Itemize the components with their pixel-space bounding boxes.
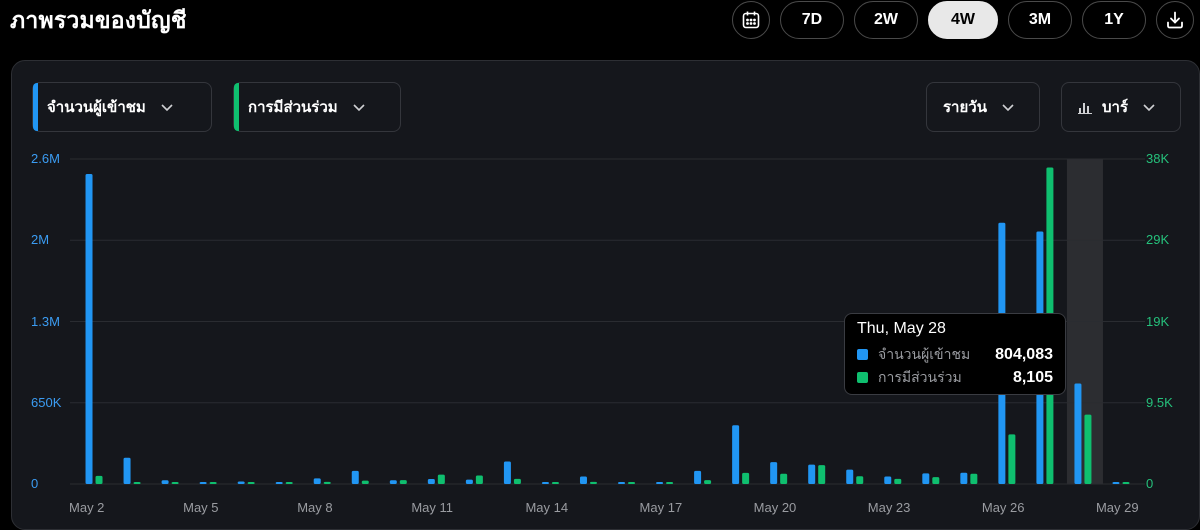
engagement-bar[interactable] [1008, 434, 1016, 484]
views-bar[interactable] [427, 479, 435, 484]
x-tick-label: May 14 [525, 500, 569, 515]
engagement-bar[interactable] [666, 482, 674, 484]
views-bar[interactable] [770, 462, 778, 484]
engagement-bar[interactable] [361, 480, 369, 484]
views-bar[interactable] [846, 469, 854, 484]
views-bar[interactable] [199, 482, 207, 484]
engagement-bar[interactable] [399, 480, 407, 484]
engagement-bar[interactable] [704, 480, 712, 484]
views-bar[interactable] [237, 481, 245, 485]
engagement-bar[interactable] [475, 475, 483, 484]
x-tick-label: May 11 [411, 500, 453, 515]
views-bar[interactable] [465, 479, 473, 484]
engagement-bar[interactable] [818, 465, 826, 484]
x-tick-label: May 17 [639, 500, 683, 515]
engagement-bar[interactable] [323, 481, 331, 484]
views-bar[interactable] [503, 461, 511, 485]
x-tick-label: May 8 [297, 500, 333, 515]
engagement-bar[interactable] [970, 473, 978, 484]
engagement-bar[interactable] [1084, 414, 1092, 484]
x-tick-label: May 20 [753, 500, 797, 515]
views-bar[interactable] [732, 425, 740, 484]
views-bar[interactable] [389, 480, 397, 484]
y-left-tick-label: 0 [31, 476, 39, 491]
tooltip-row-value: 8,105 [1012, 368, 1053, 386]
tooltip-row-label: การมีส่วนร่วม [878, 369, 962, 386]
y-right-tick-label: 9.5K [1146, 394, 1173, 410]
engagement-bar[interactable] [437, 474, 445, 484]
views-bar[interactable] [618, 482, 626, 484]
engagement-bar[interactable] [780, 473, 788, 484]
engagement-bar[interactable] [742, 472, 750, 484]
engagement-bar[interactable] [628, 482, 636, 484]
y-right-tick-label: 0 [1146, 476, 1154, 491]
views-bar[interactable] [541, 482, 549, 484]
engagement-bar[interactable] [894, 478, 902, 484]
views-bar[interactable] [808, 464, 816, 484]
tooltip-row-value: 804,083 [995, 345, 1053, 363]
y-right-tick-label: 38K [1146, 151, 1170, 166]
views-bar[interactable] [694, 470, 702, 484]
tooltip-row-views: จำนวนผู้เข้าชม 804,083 [857, 343, 1053, 366]
x-tick-label: May 29 [1095, 500, 1139, 515]
chart-tooltip: Thu, May 28 จำนวนผู้เข้าชม 804,083 การมี… [844, 313, 1066, 395]
engagement-legend-swatch [857, 372, 868, 383]
engagement-bar[interactable] [95, 475, 103, 484]
x-tick-label: May 5 [183, 500, 219, 515]
engagement-bar[interactable] [932, 477, 940, 484]
x-tick-label: May 23 [867, 500, 911, 515]
views-bar[interactable] [85, 174, 93, 484]
y-right-tick-label: 29K [1146, 232, 1170, 248]
views-legend-swatch [857, 349, 868, 360]
engagement-bar[interactable] [209, 482, 217, 484]
views-bar[interactable] [884, 476, 892, 485]
views-bar[interactable] [1074, 383, 1082, 484]
engagement-bar[interactable] [513, 478, 521, 484]
views-bar[interactable] [161, 480, 169, 484]
engagement-bar[interactable] [133, 482, 141, 484]
y-left-tick-label: 2.6M [31, 151, 60, 166]
bar-chart [70, 158, 1145, 485]
views-bar[interactable] [275, 482, 283, 484]
engagement-bar[interactable] [285, 482, 293, 484]
views-bar[interactable] [922, 473, 930, 484]
y-left-tick-label: 1.3M [31, 313, 60, 329]
y-left-tick-label: 2M [31, 232, 50, 248]
views-bar[interactable] [313, 478, 321, 484]
x-tick-label: May 26 [981, 500, 1025, 515]
engagement-bar[interactable] [551, 482, 559, 484]
views-bar[interactable] [579, 476, 587, 485]
views-bar[interactable] [1112, 482, 1120, 484]
views-bar[interactable] [960, 472, 968, 484]
engagement-bar[interactable] [856, 476, 864, 484]
y-right-tick-label: 19K [1146, 313, 1170, 329]
x-tick-label: May 2 [69, 500, 105, 515]
engagement-bar[interactable] [1122, 482, 1130, 484]
views-bar[interactable] [123, 457, 131, 484]
y-left-tick-label: 650K [31, 394, 62, 410]
engagement-bar[interactable] [171, 482, 179, 484]
engagement-bar[interactable] [589, 481, 597, 484]
tooltip-row-engagement: การมีส่วนร่วม 8,105 [857, 366, 1053, 389]
tooltip-row-label: จำนวนผู้เข้าชม [878, 346, 971, 363]
tooltip-date: Thu, May 28 [857, 320, 946, 337]
views-bar[interactable] [351, 470, 359, 484]
engagement-bar[interactable] [247, 482, 255, 484]
views-bar[interactable] [656, 482, 664, 484]
